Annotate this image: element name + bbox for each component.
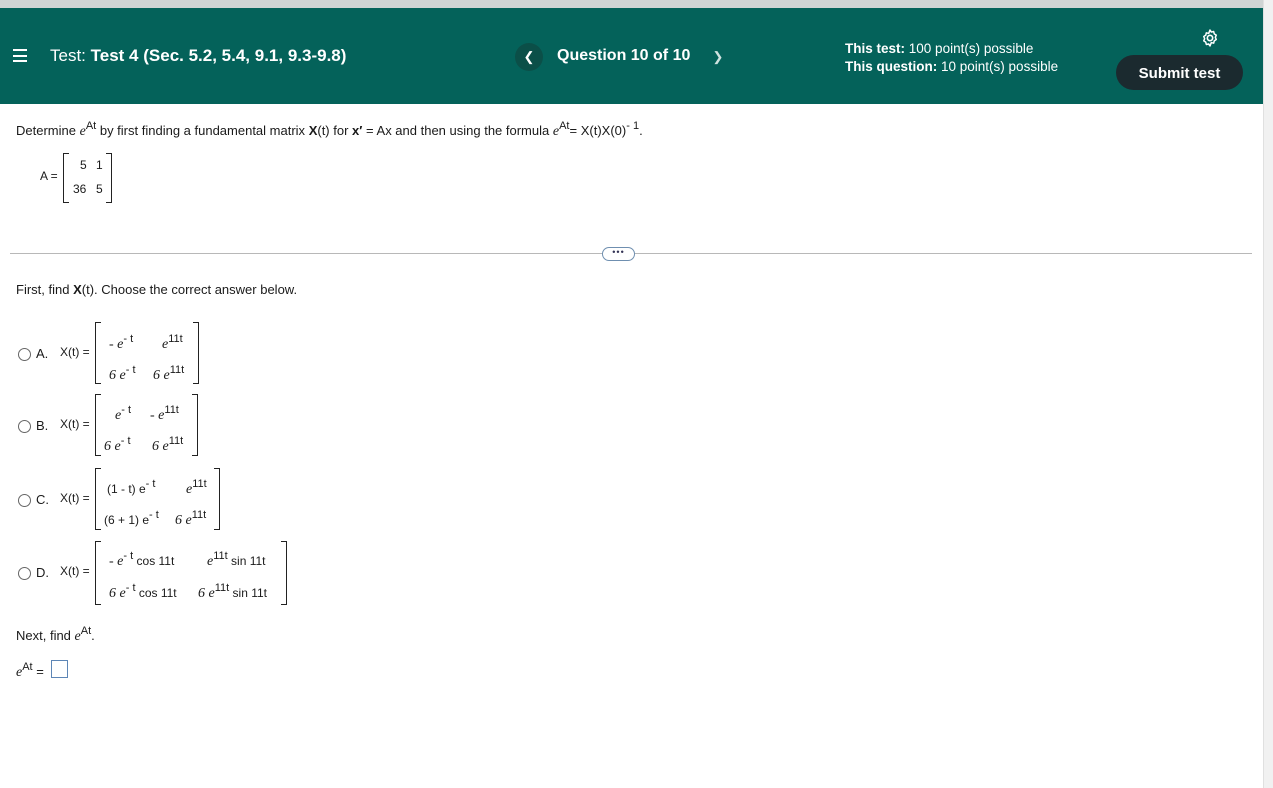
chevron-left-icon[interactable]: ❮ [515, 43, 543, 71]
option-b-cell: - e11t [150, 404, 179, 423]
equals: = [36, 664, 44, 679]
option-d-bracket-right [281, 541, 287, 605]
option-d-radio[interactable] [18, 567, 31, 580]
exp-At-2: At [559, 120, 570, 132]
matrix-A-bracket-right [106, 153, 112, 203]
this-question-label: This question: [845, 59, 938, 74]
matrix-A-cell: 5 [96, 182, 103, 196]
part2-prompt: Next, find eAt. [16, 625, 95, 645]
option-b-letter: B. [36, 418, 49, 433]
A-label: A = [40, 169, 58, 183]
option-c-cell: (6 + 1) e- t [104, 509, 159, 527]
option-a-cell: - e- t [109, 333, 134, 352]
option-b-cell: e- t [115, 404, 131, 423]
ellipsis-icon[interactable]: ••• [602, 247, 635, 261]
prompt-pre: First, find [16, 282, 70, 297]
matrix-A-cell: 1 [96, 158, 103, 172]
matrix-A-bracket-left [63, 153, 69, 203]
option-a-bracket-left [95, 322, 101, 384]
option-a-letter: A. [36, 346, 49, 361]
problem-statement: Determine eAt by first finding a fundame… [16, 120, 643, 140]
exp-At-3: At [80, 625, 92, 637]
option-c-letter: C. [36, 492, 49, 507]
exp-neg-one: - 1 [626, 120, 640, 132]
exp-At-4: At [22, 661, 33, 673]
option-a-cell: 6 e- t [109, 364, 136, 383]
option-c-cell: e11t [186, 478, 207, 497]
top-strip [0, 0, 1263, 8]
matrix-A-cell: 5 [80, 158, 87, 172]
matrix-A-cell: 36 [73, 182, 87, 196]
exp-At: At [85, 120, 97, 132]
period-2: . [91, 628, 95, 643]
option-d-cell: 6 e11t sin 11t [198, 582, 268, 601]
option-a-cell: 6 e11t [153, 364, 185, 383]
option-c-bracket-left [95, 468, 101, 530]
option-a-label: X(t) = [60, 345, 90, 359]
option-b-bracket-left [95, 394, 101, 456]
option-a-bracket-right [193, 322, 199, 384]
gear-icon[interactable] [1200, 28, 1220, 48]
option-c-cell: (1 - t) e- t [107, 478, 156, 496]
t-paren-text: (t) for [317, 123, 349, 138]
option-b-radio[interactable] [18, 420, 31, 433]
option-b-label: X(t) = [60, 417, 90, 431]
option-c-label: X(t) = [60, 491, 90, 505]
option-c-bracket-right [214, 468, 220, 530]
menu-icon[interactable] [13, 49, 27, 62]
answer-input[interactable] [51, 660, 68, 678]
option-a-cell: e11t [162, 333, 183, 352]
option-d-letter: D. [36, 565, 49, 580]
mid-text: by first finding a fundamental matrix [99, 123, 306, 138]
this-question-value: 10 point(s) possible [941, 59, 1059, 74]
prompt-X: X [73, 282, 82, 297]
question-label[interactable]: Question 10 of 10 [557, 47, 690, 65]
this-test-label: This test: [845, 41, 906, 56]
answer-lhs: eAt = [16, 661, 44, 681]
points-info: This test: 100 point(s) possible This qu… [845, 40, 1058, 76]
option-b-cell: 6 e11t [152, 435, 184, 454]
chevron-right-icon[interactable]: ❯ [706, 43, 730, 71]
prompt-post: (t). Choose the correct answer below. [81, 282, 298, 297]
test-title: Test: Test 4 (Sec. 5.2, 5.4, 9.1, 9.3-9.… [50, 46, 346, 66]
eq-Ax-text: = Ax and then using the formula [366, 123, 550, 138]
next-text: Next, find [16, 628, 71, 643]
test-header: Test: Test 4 (Sec. 5.2, 5.4, 9.1, 9.3-9.… [0, 8, 1263, 104]
submit-test-button[interactable]: Submit test [1116, 55, 1243, 90]
option-d-bracket-left [95, 541, 101, 605]
determine-text: Determine [16, 123, 76, 138]
option-d-label: X(t) = [60, 564, 90, 578]
option-a-radio[interactable] [18, 348, 31, 361]
option-b-bracket-right [192, 394, 198, 456]
this-test-value: 100 point(s) possible [908, 41, 1034, 56]
option-c-cell: 6 e11t [175, 509, 207, 528]
test-name: Test 4 (Sec. 5.2, 5.4, 9.1, 9.3-9.8) [90, 46, 347, 65]
option-c-radio[interactable] [18, 494, 31, 507]
test-prefix: Test: [50, 46, 86, 65]
option-d-cell: 6 e- t cos 11t [109, 582, 177, 601]
period: . [639, 123, 643, 138]
scrollbar[interactable] [1263, 0, 1273, 788]
option-d-cell: - e- t cos 11t [109, 550, 175, 569]
formula-rhs: = X(t)X(0) [569, 123, 627, 138]
x-prime-symbol: x′ [352, 123, 363, 138]
option-b-cell: 6 e- t [104, 435, 131, 454]
option-d-cell: e11t sin 11t [207, 550, 266, 569]
part1-prompt: First, find X(t). Choose the correct ans… [16, 282, 297, 297]
